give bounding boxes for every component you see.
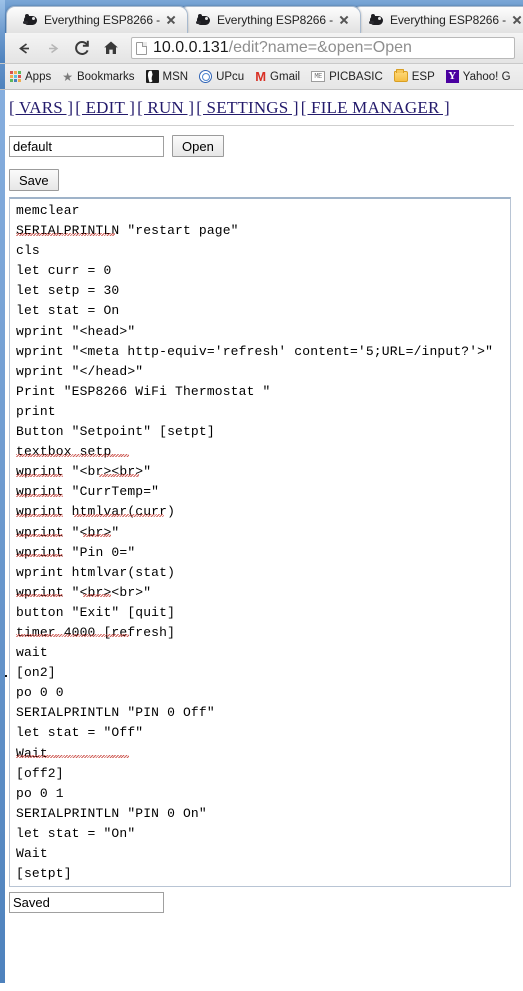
url-path: /edit?name=&open=Open [228,39,412,56]
code-editor-container: memclear SERIALPRINTLN "restart page" cl… [0,197,515,887]
gmail-m-icon: M [255,69,267,84]
upcu-target-icon [199,70,213,83]
nav-link-vars[interactable]: [ VARS ] [9,98,73,117]
bookmark-gmail[interactable]: M Gmail [255,70,300,83]
tab-close-icon[interactable] [509,12,523,28]
page-document-icon [136,41,147,55]
bookmark-label: MSN [162,70,189,83]
horizontal-divider [9,125,514,126]
tab-title: Everything ESP8266 - [217,13,333,27]
bookmark-label: Apps [25,70,52,83]
page-viewport: [ VARS ][ EDIT ][ RUN ][ SETTINGS ][ FIL… [0,90,523,983]
save-button[interactable]: Save [9,169,59,191]
forward-arrow-icon[interactable] [40,35,66,61]
tab-title: Everything ESP8266 - [390,13,506,27]
tab-list: Everything ESP8266 - Everything ESP8266 … [6,0,523,33]
esp8266-favicon-icon [23,13,38,28]
browser-tab-1[interactable]: Everything ESP8266 - [6,6,188,33]
tab-title: Everything ESP8266 - [44,13,160,27]
status-row [9,892,523,913]
bookmarks-bar: Apps ★ Bookmarks MSN UPcu M Gmail ME PIC… [0,64,523,90]
nav-link-run[interactable]: [ RUN ] [137,98,194,117]
bookmark-label: PICBASIC [329,70,383,83]
filename-input[interactable] [9,135,164,157]
bookmark-label: Yahoo! G [462,70,511,83]
nav-link-file-manager[interactable]: [ FILE MANAGER ] [301,98,450,117]
yahoo-y-icon: Y [445,70,459,83]
picbasic-icon: ME [311,71,326,82]
navigation-toolbar: 10.0.0.131/edit?name=&open=Open [0,33,523,64]
bookmark-picbasic[interactable]: ME PICBASIC [311,71,383,83]
url-text: 10.0.0.131/edit?name=&open=Open [153,38,412,58]
browser-tab-3[interactable]: Everything ESP8266 - [352,6,523,33]
program-code-textarea[interactable]: memclear SERIALPRINTLN "restart page" cl… [9,197,511,887]
bookmark-label: ESP [411,70,435,83]
save-row: Save [9,169,523,191]
bookmark-label: UPcu [216,70,245,83]
msn-butterfly-icon [145,70,159,83]
browser-tab-2[interactable]: Everything ESP8266 - [179,6,361,33]
star-icon: ★ [62,69,73,84]
tab-close-icon[interactable] [163,12,179,28]
bookmark-label: Bookmarks [76,70,135,83]
nav-link-edit[interactable]: [ EDIT ] [75,98,135,117]
tab-close-icon[interactable] [336,12,352,28]
bookmark-apps[interactable]: Apps [10,71,51,83]
browser-window: Everything ESP8266 - Everything ESP8266 … [0,0,523,991]
bookmark-msn[interactable]: MSN [145,70,189,83]
bookmark-esp-folder[interactable]: ESP [393,69,435,83]
esp8266-favicon-icon [196,13,211,28]
bookmark-upcu[interactable]: UPcu [199,70,244,83]
reload-icon[interactable] [69,35,95,61]
bookmark-label: Gmail [270,70,301,83]
open-button[interactable]: Open [172,135,224,157]
scroll-indicator-artifact [0,675,7,677]
esp-basic-editor-page: [ VARS ][ EDIT ][ RUN ][ SETTINGS ][ FIL… [0,90,523,913]
bookmark-yahoo[interactable]: Y Yahoo! G [445,70,511,83]
address-bar[interactable]: 10.0.0.131/edit?name=&open=Open [131,37,515,59]
url-host: 10.0.0.131 [153,39,229,56]
bookmark-bookmarks[interactable]: ★ Bookmarks [62,71,134,83]
tab-strip: Everything ESP8266 - Everything ESP8266 … [0,0,523,33]
nav-link-settings[interactable]: [ SETTINGS ] [196,98,299,117]
apps-grid-icon [10,71,21,82]
status-input[interactable] [9,892,164,913]
esp8266-favicon-icon [369,13,384,28]
file-open-row: Open [9,135,523,157]
back-arrow-icon[interactable] [11,35,37,61]
folder-icon [393,69,408,82]
home-icon[interactable] [98,35,124,61]
page-nav-links: [ VARS ][ EDIT ][ RUN ][ SETTINGS ][ FIL… [9,98,523,118]
